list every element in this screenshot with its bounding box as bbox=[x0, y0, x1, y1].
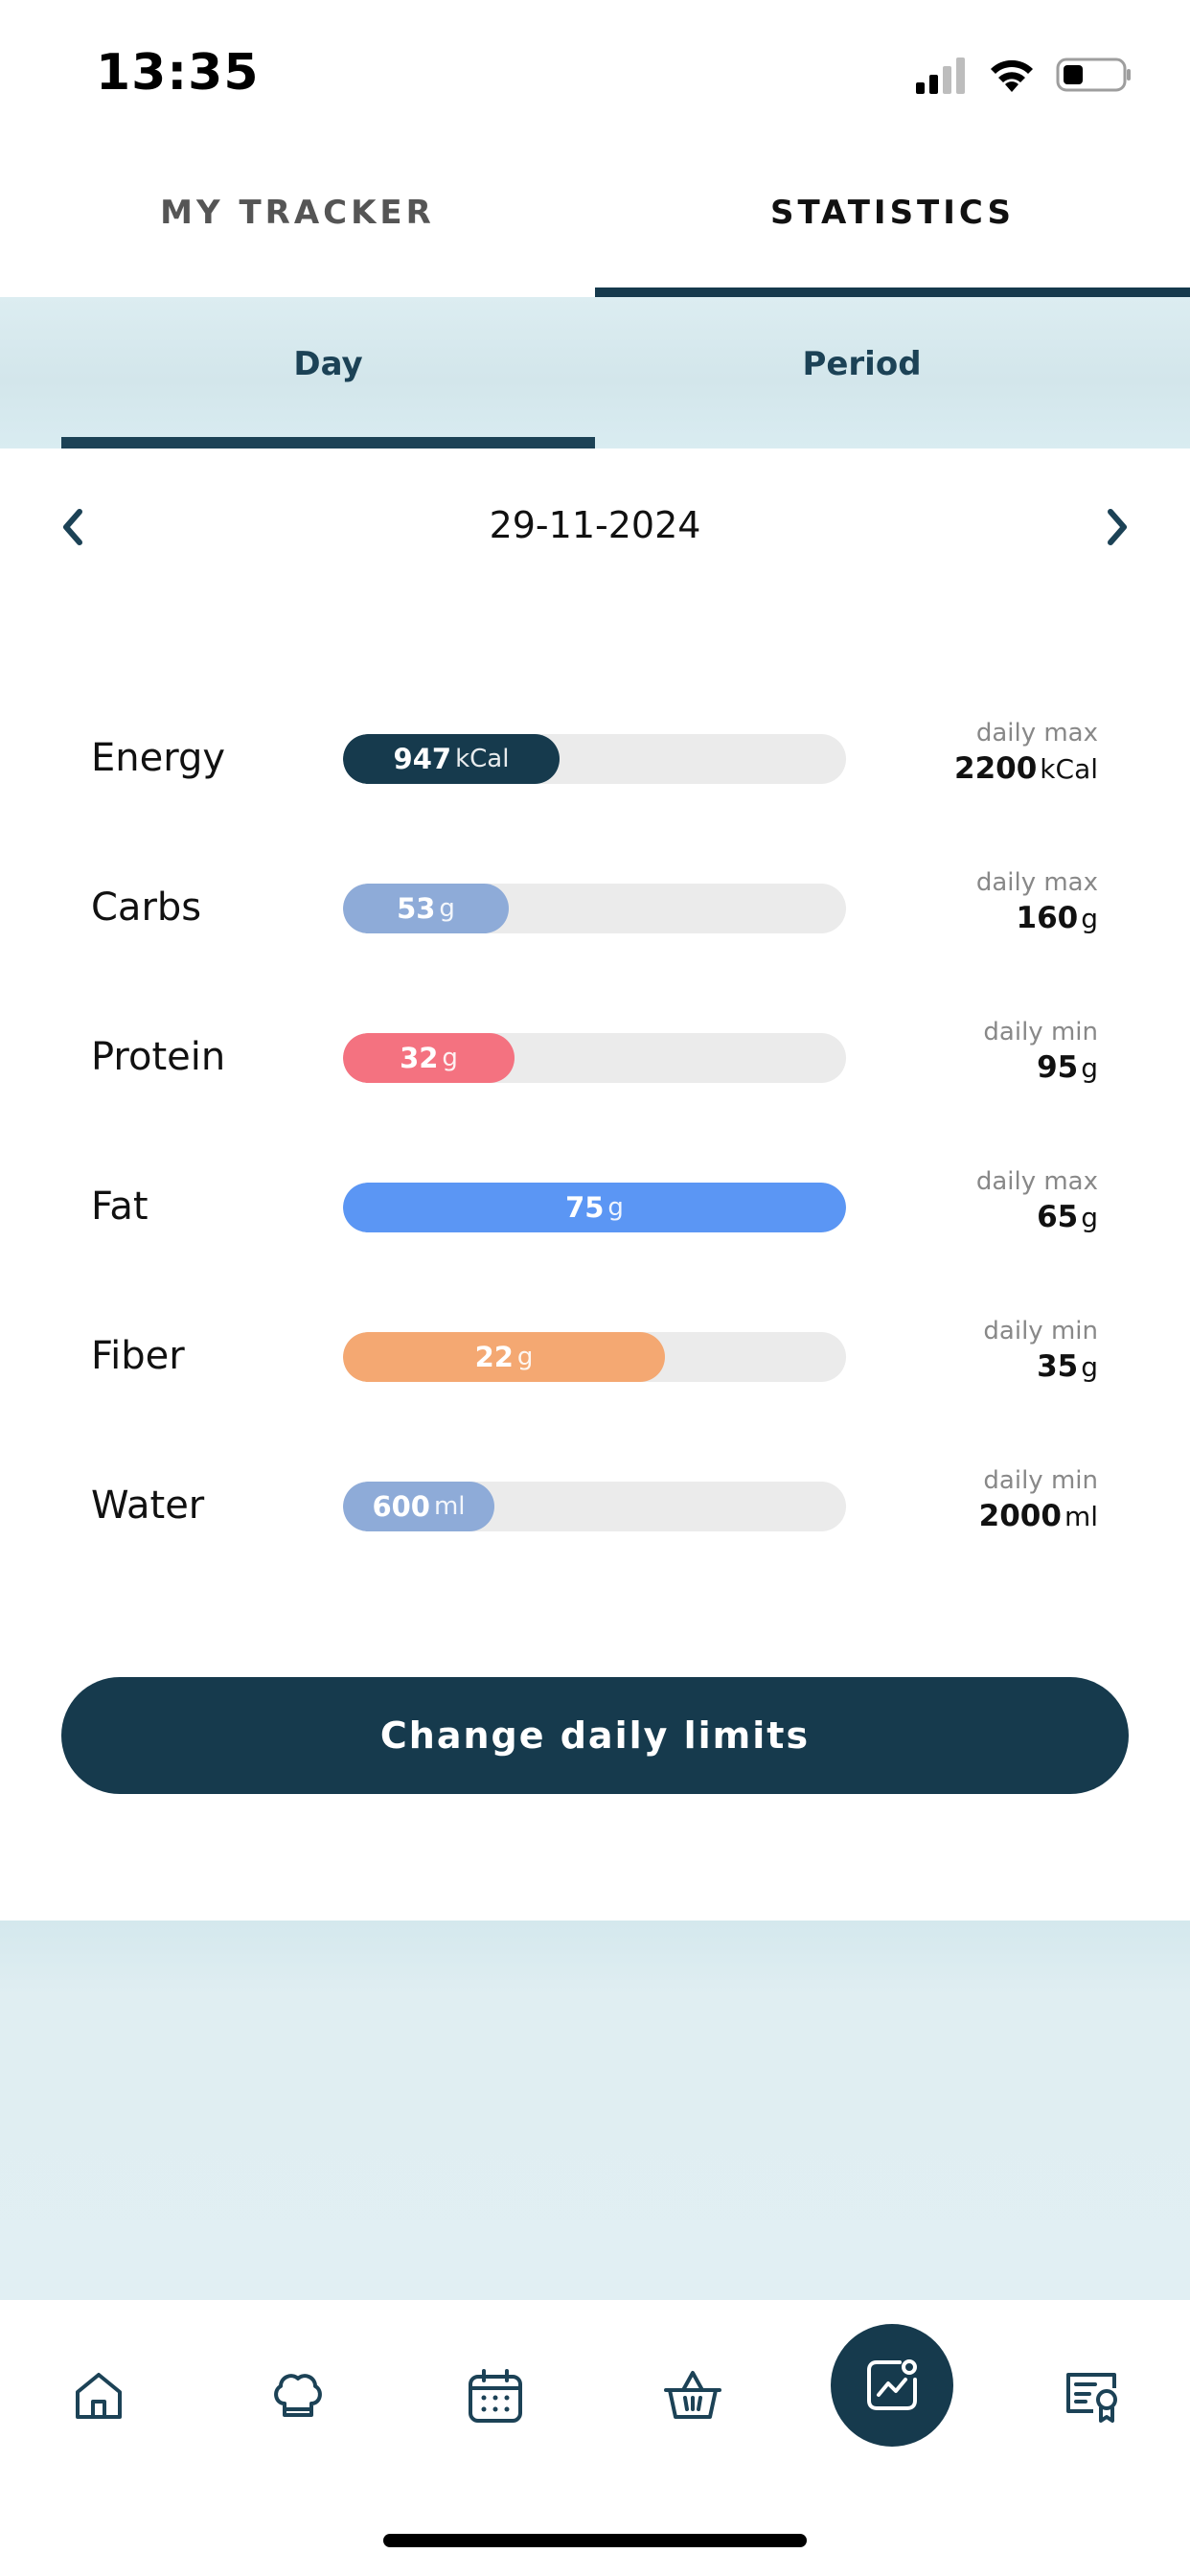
consumed-value: 22 bbox=[474, 1341, 514, 1373]
chef-hat-icon bbox=[274, 2374, 322, 2417]
limit-unit: g bbox=[1081, 1052, 1098, 1084]
limit-value: 2200 bbox=[954, 751, 1038, 786]
progress-track: 75 g bbox=[343, 1183, 846, 1232]
consumed-value: 53 bbox=[397, 892, 436, 925]
basket-icon bbox=[664, 2371, 721, 2419]
chevron-right-icon bbox=[1108, 509, 1127, 545]
progress-track: 53 g bbox=[343, 884, 846, 933]
nutrient-list: Energy 947 kCal daily max 2200 kCal Carbs … bbox=[0, 709, 1190, 1606]
consumed-unit: kCal bbox=[455, 745, 510, 773]
lower-panel bbox=[0, 1920, 1190, 2300]
limit-label: daily max bbox=[975, 1167, 1098, 1196]
progress-fill: 75 g bbox=[343, 1183, 846, 1232]
consumed-unit: ml bbox=[433, 1492, 466, 1521]
progress-fill: 32 g bbox=[343, 1033, 515, 1083]
limit-value: 2000 bbox=[978, 1499, 1062, 1533]
limit-label: daily min bbox=[983, 1018, 1098, 1046]
consumed-unit: g bbox=[439, 894, 455, 923]
home-indicator bbox=[383, 2534, 807, 2547]
limit-unit: kCal bbox=[1040, 753, 1098, 785]
progress-fill: 947 kCal bbox=[343, 734, 560, 784]
limit-value: 65 bbox=[1037, 1200, 1079, 1234]
nutrient-row-water: Water 600 ml daily min 2000 ml bbox=[0, 1457, 1190, 1606]
limit-unit: g bbox=[1081, 1202, 1098, 1233]
consumed-unit: g bbox=[516, 1343, 534, 1371]
wifi-icon bbox=[991, 59, 1033, 92]
limit-block: daily max 160 g bbox=[976, 868, 1098, 935]
nav-basket[interactable] bbox=[650, 2353, 736, 2439]
tab-period[interactable]: Period bbox=[595, 297, 1129, 448]
consumed-value: 600 bbox=[372, 1490, 430, 1523]
nutrient-row-energy: Energy 947 kCal daily max 2200 kCal bbox=[0, 709, 1190, 859]
certificate-icon bbox=[1066, 2373, 1117, 2423]
nav-home[interactable] bbox=[56, 2353, 142, 2439]
status-icons bbox=[914, 54, 1133, 96]
limit-unit: g bbox=[1081, 1351, 1098, 1383]
progress-fill: 22 g bbox=[343, 1332, 665, 1382]
limit-block: daily min 2000 ml bbox=[979, 1466, 1098, 1533]
limit-value: 35 bbox=[1037, 1349, 1079, 1384]
nutrient-name: Protein bbox=[91, 1035, 226, 1079]
limit-label: daily min bbox=[983, 1317, 1098, 1346]
tab-day[interactable]: Day bbox=[61, 297, 595, 448]
nutrient-row-fiber: Fiber 22 g daily min 35 g bbox=[0, 1307, 1190, 1457]
next-date-button[interactable] bbox=[1088, 498, 1146, 556]
limit-label: daily min bbox=[983, 1466, 1098, 1495]
nutrient-name: Fiber bbox=[91, 1334, 185, 1378]
status-time: 13:35 bbox=[96, 44, 260, 102]
tab-statistics[interactable]: STATISTICS bbox=[595, 153, 1190, 299]
limit-label: daily max bbox=[975, 719, 1098, 748]
home-icon bbox=[76, 2373, 122, 2419]
date-label: 29-11-2024 bbox=[489, 504, 701, 546]
nav-recipes[interactable] bbox=[255, 2353, 341, 2439]
sub-tabs: Day Period bbox=[0, 297, 1190, 448]
consumed-unit: g bbox=[607, 1193, 624, 1222]
consumed-unit: g bbox=[442, 1044, 458, 1072]
battery-icon bbox=[1056, 58, 1131, 92]
consumed-value: 947 bbox=[393, 743, 452, 775]
nutrient-name: Water bbox=[91, 1484, 205, 1528]
limit-block: daily max 2200 kCal bbox=[954, 719, 1098, 786]
top-tabs: MY TRACKER STATISTICS bbox=[0, 153, 1190, 299]
consumed-value: 75 bbox=[565, 1191, 605, 1224]
calendar-icon bbox=[469, 2369, 522, 2423]
nutrient-name: Energy bbox=[91, 736, 226, 780]
limit-value: 95 bbox=[1037, 1050, 1079, 1085]
nav-calendar[interactable] bbox=[452, 2353, 538, 2439]
nutrient-row-protein: Protein 32 g daily min 95 g bbox=[0, 1008, 1190, 1158]
nutrient-row-carbs: Carbs 53 g daily max 160 g bbox=[0, 859, 1190, 1008]
change-daily-limits-button[interactable]: Change daily limits bbox=[61, 1677, 1129, 1794]
statistics-icon bbox=[867, 2359, 917, 2410]
date-selector: 29-11-2024 bbox=[0, 489, 1190, 565]
consumed-value: 32 bbox=[400, 1042, 439, 1074]
progress-track: 947 kCal bbox=[343, 734, 846, 784]
status-bar: 13:35 bbox=[0, 0, 1190, 144]
limit-unit: ml bbox=[1064, 1501, 1098, 1532]
progress-fill: 600 ml bbox=[343, 1482, 494, 1531]
progress-track: 32 g bbox=[343, 1033, 846, 1083]
progress-fill: 53 g bbox=[343, 884, 509, 933]
nav-certificate[interactable] bbox=[1048, 2353, 1134, 2439]
nutrient-name: Carbs bbox=[91, 886, 202, 930]
nutrient-row-fat: Fat 75 g daily max 65 g bbox=[0, 1158, 1190, 1307]
nav-statistics[interactable] bbox=[831, 2324, 953, 2447]
nutrient-name: Fat bbox=[91, 1184, 149, 1229]
limit-block: daily max 65 g bbox=[976, 1167, 1098, 1234]
limit-value: 160 bbox=[1016, 901, 1079, 935]
signal-icon bbox=[916, 58, 965, 94]
progress-track: 600 ml bbox=[343, 1482, 846, 1531]
limit-block: daily min 35 g bbox=[983, 1317, 1098, 1384]
progress-track: 22 g bbox=[343, 1332, 846, 1382]
limit-label: daily max bbox=[975, 868, 1098, 897]
limit-unit: g bbox=[1081, 903, 1098, 934]
tab-my-tracker[interactable]: MY TRACKER bbox=[0, 153, 595, 297]
limit-block: daily min 95 g bbox=[983, 1018, 1098, 1085]
